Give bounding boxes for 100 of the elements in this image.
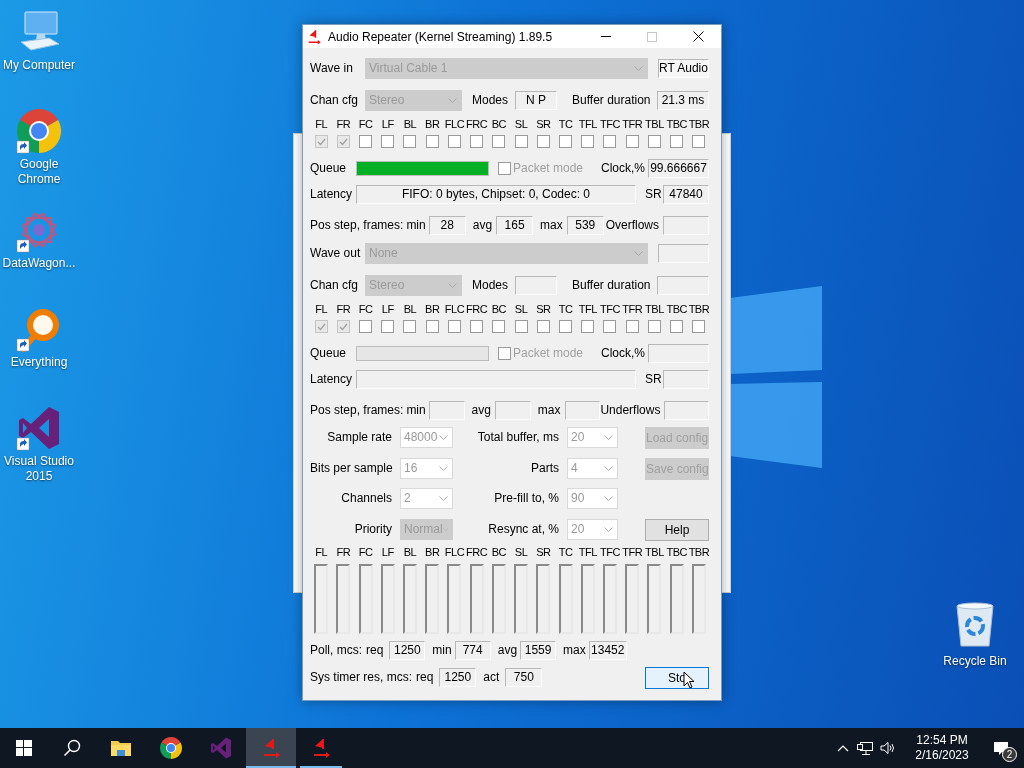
value-field: [657, 275, 709, 295]
chevron-icon: [604, 434, 613, 440]
desktop-icon-label[interactable]: DataWagon...: [2, 256, 76, 271]
field-label: SR: [645, 371, 662, 388]
checkbox[interactable]: [625, 320, 639, 333]
field-label: Sample rate: [326, 429, 392, 446]
checkbox[interactable]: [403, 320, 417, 333]
value-field: 47840: [663, 184, 709, 204]
checkbox[interactable]: [625, 135, 639, 148]
field-label: Latency: [310, 186, 354, 203]
checkbox[interactable]: [359, 320, 373, 333]
value-field: [564, 400, 601, 420]
chevron-icon: [448, 97, 457, 103]
checkbox[interactable]: [336, 320, 350, 333]
checkbox[interactable]: [692, 320, 706, 333]
checkbox[interactable]: [536, 320, 550, 333]
checkbox[interactable]: [647, 135, 661, 148]
field-label: Resync at, %: [487, 521, 559, 538]
checkbox[interactable]: [492, 320, 506, 333]
dialog-button[interactable]: Help: [645, 519, 709, 541]
clock-time[interactable]: 12:54 PM: [916, 733, 968, 748]
maximize-icon: [647, 31, 657, 42]
chevron-icon: [448, 282, 457, 288]
channel-label: TBR: [688, 545, 710, 559]
ribbon-logo-icon: [209, 736, 233, 760]
field-label: Clock,%: [601, 345, 645, 362]
checkbox[interactable]: [447, 320, 461, 333]
dropdown[interactable]: 20: [567, 518, 618, 540]
checkbox[interactable]: [425, 320, 439, 333]
clock-date[interactable]: 2/16/2023: [915, 748, 969, 763]
checkbox[interactable]: [670, 135, 684, 148]
checkbox[interactable]: [403, 135, 417, 148]
desktop-icon-label[interactable]: Recycle Bin: [943, 652, 1007, 670]
checkbox[interactable]: [581, 135, 595, 148]
channel-label: BC: [491, 302, 506, 316]
checkbox[interactable]: [314, 135, 328, 148]
value-field: 21.3 ms: [657, 90, 709, 110]
checkbox[interactable]: [603, 135, 617, 148]
checkbox[interactable]: [514, 135, 528, 148]
field-label: Underflows: [600, 402, 661, 419]
checkbox[interactable]: [647, 320, 661, 333]
field-label: Latency: [310, 371, 354, 388]
channel-label: BL: [403, 302, 417, 316]
network-icon[interactable]: [857, 741, 873, 755]
checkbox[interactable]: [581, 320, 595, 333]
dropdown[interactable]: 2: [400, 487, 453, 509]
checkbox[interactable]: [470, 135, 484, 148]
checkbox[interactable]: [425, 135, 439, 148]
close-icon: [692, 31, 704, 42]
channel-label: SL: [514, 302, 528, 316]
channel-label: BL: [403, 117, 417, 131]
desktop-icon-label[interactable]: Everything: [10, 355, 68, 370]
checkbox[interactable]: [447, 135, 461, 148]
channel-label: BL: [403, 545, 417, 559]
chevron-up-icon[interactable]: [837, 744, 849, 752]
dropdown[interactable]: 20: [567, 426, 618, 448]
dropdown[interactable]: 4: [567, 457, 618, 479]
field-label: Buffer duration: [572, 277, 651, 294]
desktop-icon-label[interactable]: Visual Studio 2015: [0, 454, 78, 484]
value-field: 1559: [520, 640, 557, 660]
field-label: max: [537, 402, 561, 419]
desktop-icon-label[interactable]: Google Chrome: [0, 157, 78, 187]
checkbox[interactable]: [381, 320, 395, 333]
channel-label: LF: [381, 302, 394, 316]
checkbox[interactable]: [498, 161, 511, 175]
checkbox[interactable]: [603, 320, 617, 333]
speaker-icon[interactable]: [880, 741, 896, 755]
checkbox[interactable]: [670, 320, 684, 333]
channel-label: TBC: [666, 117, 687, 131]
checkbox[interactable]: [536, 135, 550, 148]
checkbox[interactable]: [559, 135, 573, 148]
checkbox[interactable]: [514, 320, 528, 333]
field-label: Pos step, frames:: [310, 402, 404, 419]
field-label: avg: [471, 402, 491, 419]
channel-label: FRC: [466, 302, 488, 316]
checkbox[interactable]: [498, 346, 511, 360]
channel-label: FC: [358, 545, 373, 559]
checkbox[interactable]: [492, 135, 506, 148]
checkbox[interactable]: [692, 135, 706, 148]
field-label: Clock,%: [601, 160, 645, 177]
field-label: Pre-fill to, %: [493, 490, 559, 507]
checkbox[interactable]: [314, 320, 328, 333]
field-label: min: [406, 217, 426, 234]
chevron-icon: [439, 434, 448, 440]
dropdown[interactable]: 90: [567, 487, 618, 509]
channel-label: FLC: [444, 545, 465, 559]
checkbox[interactable]: [381, 135, 395, 148]
checkbox[interactable]: [470, 320, 484, 333]
field-label: Modes: [472, 92, 509, 109]
checkbox[interactable]: [336, 135, 350, 148]
field-label: max: [540, 217, 563, 234]
field-label: Chan cfg: [310, 277, 360, 294]
checkbox[interactable]: [559, 320, 573, 333]
checkbox[interactable]: [359, 135, 373, 148]
channel-label: TBL: [645, 545, 664, 559]
field-label: Bits per sample: [310, 460, 392, 477]
desktop-icon-label[interactable]: My Computer: [3, 58, 75, 73]
dropdown[interactable]: 48000: [400, 426, 453, 448]
channel-label: FRC: [466, 545, 488, 559]
dropdown[interactable]: 16: [400, 457, 453, 479]
